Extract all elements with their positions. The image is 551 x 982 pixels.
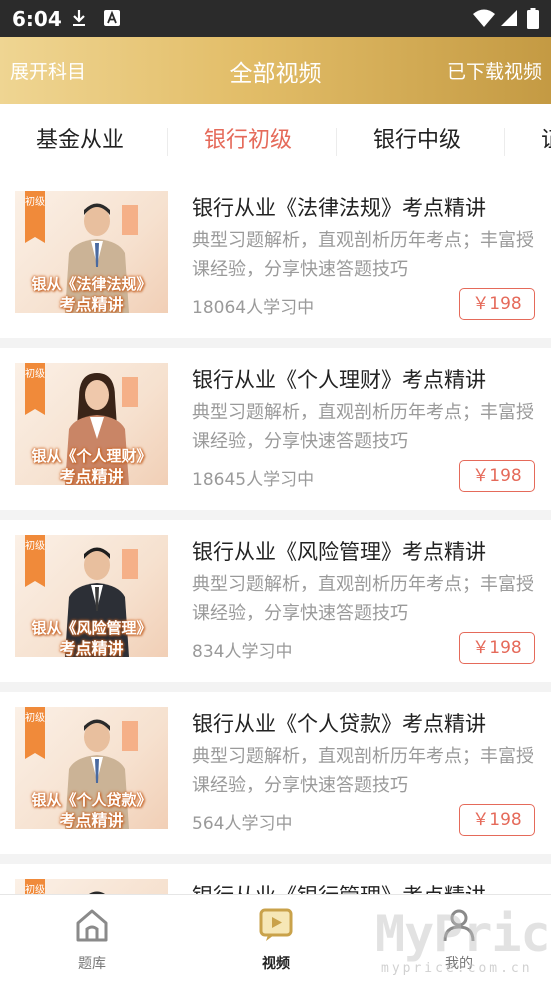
nav-mine[interactable]: 我的 <box>399 895 519 982</box>
a-badge-icon <box>104 10 120 26</box>
course-card[interactable]: 初级 银从《法律法规》 考点精讲 银行从业《法律法规》考点精讲 典型习题解析，直… <box>0 176 551 338</box>
nav-question-bank[interactable]: 题库 <box>32 895 152 982</box>
course-card[interactable]: 初级 银从《个人理财》 考点精讲 银行从业《个人理财》考点精讲 典型习题解析，直… <box>0 348 551 510</box>
course-thumbnail: 初级 银从《个人理财》 考点精讲 <box>15 363 168 485</box>
course-title: 银行从业《个人贷款》考点精讲 <box>192 712 486 736</box>
price-button[interactable]: ￥198 <box>459 460 535 492</box>
teacher-photo-icon <box>89 891 105 894</box>
tab-divider <box>504 128 505 156</box>
tab-fund[interactable]: 基金从业 <box>36 122 124 154</box>
battery-icon <box>527 8 539 29</box>
price-button[interactable]: ￥198 <box>459 288 535 320</box>
video-play-icon <box>259 908 293 941</box>
learner-count: 18645人学习中 <box>192 470 315 490</box>
course-title: 银行从业《风险管理》考点精讲 <box>192 540 486 564</box>
course-title: 银行从业《个人理财》考点精讲 <box>192 368 486 392</box>
app-header: 展开科目 全部视频 已下载视频 <box>0 37 551 104</box>
course-description: 典型习题解析，直观剖析历年考点；丰富授课经验，分享快速答题技巧 <box>192 574 534 624</box>
course-card[interactable]: 初级 银从《个人贷款》 考点精讲 银行从业《个人贷款》考点精讲 典型习题解析，直… <box>0 692 551 854</box>
thumbnail-subcaption: 考点精讲 <box>59 295 124 313</box>
level-ribbon: 初级 <box>25 535 45 587</box>
wifi-icon <box>473 9 495 27</box>
tab-bank-junior[interactable]: 银行初级 <box>204 122 292 154</box>
thumbnail-subcaption: 考点精讲 <box>59 639 124 657</box>
level-ribbon: 初级 <box>25 191 45 243</box>
bottom-nav: 题库 视频 我的 <box>0 894 551 982</box>
tab-bank-intermediate[interactable]: 银行中级 <box>373 122 461 154</box>
status-bar: 6:04 <box>0 0 551 37</box>
course-thumbnail: 初级 <box>15 879 168 894</box>
signal-icon <box>501 10 517 26</box>
download-icon <box>73 10 85 26</box>
thumbnail-subcaption: 考点精讲 <box>59 467 124 485</box>
course-title: 银行从业《银行管理》考点精讲 <box>192 880 486 894</box>
learner-count: 564人学习中 <box>192 814 293 834</box>
tab-divider <box>167 128 168 156</box>
price-button[interactable]: ￥198 <box>459 804 535 836</box>
learner-count: 18064人学习中 <box>192 298 315 318</box>
level-ribbon: 初级 <box>25 707 45 759</box>
price-button[interactable]: ￥198 <box>459 632 535 664</box>
course-description: 典型习题解析，直观剖析历年考点；丰富授课经验，分享快速答题技巧 <box>192 230 534 280</box>
nav-label: 视频 <box>262 956 290 972</box>
level-ribbon: 初级 <box>25 363 45 415</box>
subject-tabs: 基金从业 银行初级 银行中级 证 <box>0 104 551 176</box>
course-description: 典型习题解析，直观剖析历年考点；丰富授课经验，分享快速答题技巧 <box>192 402 534 452</box>
nav-label: 我的 <box>445 956 473 972</box>
course-thumbnail: 初级 银从《风险管理》 考点精讲 <box>15 535 168 657</box>
user-icon <box>443 909 475 942</box>
learner-count: 834人学习中 <box>192 642 293 662</box>
nav-video[interactable]: 视频 <box>216 895 336 982</box>
tab-securities[interactable]: 证 <box>541 122 551 154</box>
nav-label: 题库 <box>78 956 106 972</box>
course-description: 典型习题解析，直观剖析历年考点；丰富授课经验，分享快速答题技巧 <box>192 746 534 796</box>
house-icon <box>76 909 108 942</box>
course-card[interactable]: 初级 银从《风险管理》 考点精讲 银行从业《风险管理》考点精讲 典型习题解析，直… <box>0 520 551 682</box>
course-card[interactable]: 初级 银行从业《银行管理》考点精讲 <box>0 864 551 894</box>
thumbnail-subcaption: 考点精讲 <box>59 811 124 829</box>
course-thumbnail: 初级 银从《法律法规》 考点精讲 <box>15 191 168 313</box>
course-thumbnail: 初级 银从《个人贷款》 考点精讲 <box>15 707 168 829</box>
tab-divider <box>336 128 337 156</box>
course-list: 初级 银从《法律法规》 考点精讲 银行从业《法律法规》考点精讲 典型习题解析，直… <box>0 176 551 894</box>
downloaded-videos-button[interactable]: 已下载视频 <box>447 57 542 84</box>
status-time: 6:04 <box>12 7 62 31</box>
course-title: 银行从业《法律法规》考点精讲 <box>192 196 486 220</box>
level-ribbon: 初级 <box>25 879 45 894</box>
